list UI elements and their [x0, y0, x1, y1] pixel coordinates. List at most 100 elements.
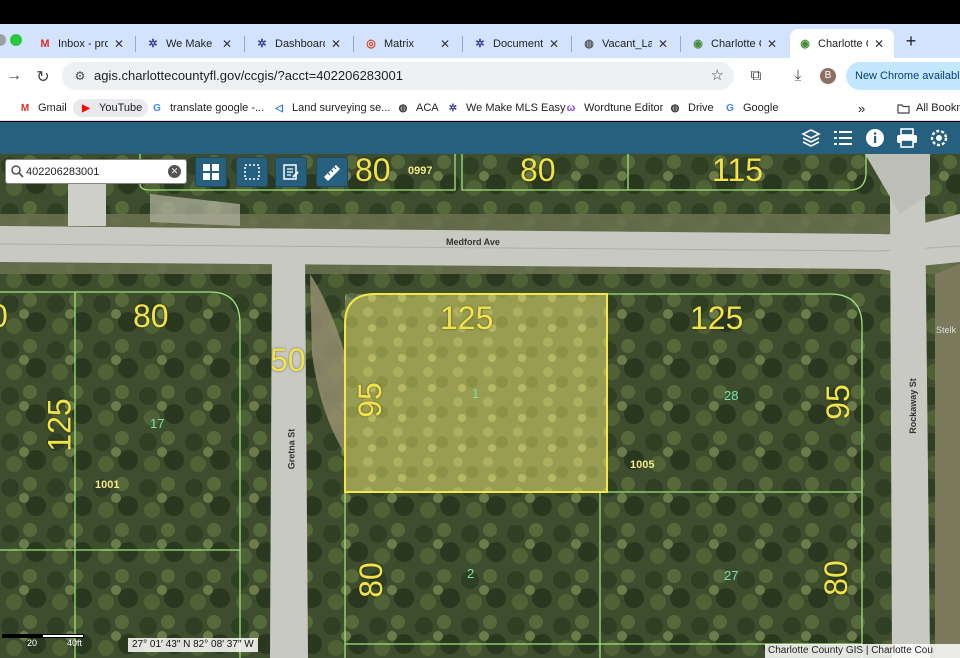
bookmarks-bar: M Gmail ▶ YouTube G translate google -..…: [0, 94, 960, 121]
top-bezel: [0, 0, 960, 24]
dimension-label: 125: [440, 300, 494, 336]
bookmark-aca[interactable]: ◍ ACA: [396, 99, 439, 117]
bookmark-youtube[interactable]: ▶ YouTube: [73, 99, 149, 117]
bookmark-we-make-mls[interactable]: ✲ We Make MLS Easy: [446, 99, 566, 117]
tab-inbox[interactable]: M Inbox - pro ✕: [30, 29, 134, 58]
map-view[interactable]: ✕ 80 80 115 0 80 50 125 125 95 95 125 80…: [0, 154, 960, 658]
grid-icon: [203, 164, 219, 180]
tools-gear-icon[interactable]: [926, 126, 952, 150]
close-icon[interactable]: ✕: [112, 37, 126, 51]
street-label: Stelk: [936, 325, 957, 335]
tab-matrix[interactable]: ◎ Matrix ✕: [356, 29, 460, 58]
new-tab-button[interactable]: +: [902, 31, 920, 52]
info-icon[interactable]: [862, 126, 888, 150]
close-icon[interactable]: ✕: [547, 37, 561, 51]
close-icon[interactable]: ✕: [438, 37, 452, 51]
download-icon[interactable]: ⤓: [788, 67, 808, 84]
tab-strip: M Inbox - pro ✕ ✲ We Make M ✕ ✲ Dashboar…: [0, 24, 960, 58]
map-attribution[interactable]: Charlotte County GIS | Charlotte Cou: [765, 644, 960, 658]
aerial-imagery: [0, 154, 960, 658]
tab-separator: [571, 36, 572, 52]
reload-icon[interactable]: ↻: [33, 67, 53, 87]
close-icon[interactable]: ✕: [872, 37, 886, 51]
extensions-icon[interactable]: ⧉: [746, 67, 766, 84]
basemap-grid-button[interactable]: [195, 157, 227, 187]
tab-charlotte-county-active[interactable]: ◉ Charlotte C ✕: [790, 29, 894, 58]
screen: M Inbox - pro ✕ ✲ We Make M ✕ ✲ Dashboar…: [0, 0, 960, 658]
gear-icon: ✲: [475, 38, 485, 50]
coordinate-readout: 27° 01′ 43″ N 82° 08′ 37″ W: [128, 638, 258, 652]
update-chrome-button[interactable]: New Chrome available: [846, 62, 960, 90]
gear-icon: ✲: [448, 102, 458, 114]
star-icon[interactable]: ☆: [711, 66, 724, 84]
dimension-label: 80: [355, 154, 391, 188]
layers-icon[interactable]: [798, 126, 824, 150]
forward-arrow-icon[interactable]: →: [4, 67, 24, 85]
search-icon: [10, 164, 24, 178]
street-label: Medford Ave: [446, 237, 500, 247]
tab-label: Matrix: [384, 37, 414, 50]
scale-bar: 20 40ft: [0, 632, 100, 652]
tab-we-make-mls[interactable]: ✲ We Make M ✕: [138, 29, 242, 58]
site-info-icon[interactable]: ⚙: [70, 66, 90, 86]
matrix-icon: ◎: [366, 38, 376, 50]
folder-icon: [896, 101, 910, 115]
wordtune-icon: ω: [566, 102, 576, 114]
print-icon[interactable]: [894, 126, 920, 150]
bookmark-wordtune[interactable]: ω Wordtune Editor: [564, 99, 664, 117]
all-bookmarks-folder[interactable]: All Bookm: [896, 99, 960, 117]
address-bar[interactable]: ⚙ agis.charlottecountyfl.gov/ccgis/?acct…: [62, 62, 734, 90]
bookmark-label: We Make MLS Easy: [466, 102, 566, 114]
street-label: Gretna St: [286, 428, 297, 470]
dimension-label: 50: [270, 342, 306, 378]
bookmark-drive[interactable]: ◍ Drive: [668, 99, 714, 117]
street-label: Rockaway St: [907, 378, 918, 434]
dimension-label: 0: [0, 300, 8, 332]
survey-icon: ◁: [275, 102, 283, 114]
tab-document[interactable]: ✲ Document ✕: [465, 29, 569, 58]
close-icon[interactable]: ✕: [220, 37, 234, 51]
bookmark-label: ACA: [416, 102, 439, 114]
lot-number: 1: [472, 386, 480, 401]
bookmark-label: Land surveying se...: [292, 102, 391, 114]
close-icon[interactable]: ✕: [329, 37, 343, 51]
gear-icon: ✲: [148, 38, 158, 50]
dimension-label: 80: [817, 560, 854, 596]
select-area-button[interactable]: [236, 157, 268, 187]
globe-icon: ◍: [398, 102, 408, 114]
bookmark-translate[interactable]: G translate google -...: [150, 99, 264, 117]
globe-icon: ◍: [670, 102, 680, 114]
scale-label: 40ft: [67, 638, 83, 648]
tab-dashboard[interactable]: ✲ Dashboard ✕: [247, 29, 351, 58]
close-icon[interactable]: ✕: [656, 37, 670, 51]
search-input[interactable]: [26, 163, 166, 180]
legend-list-icon[interactable]: [830, 126, 856, 150]
close-icon[interactable]: ✕: [765, 37, 779, 51]
block-number: 1001: [95, 479, 120, 491]
tab-label: Dashboard: [275, 37, 325, 50]
tab-vacant-land[interactable]: ◍ Vacant_Lan ✕: [574, 29, 678, 58]
gmail-icon: M: [20, 102, 30, 114]
window-control-maximize[interactable]: [10, 34, 22, 46]
block-number: 1005: [630, 459, 655, 471]
dimension-label: 80: [133, 298, 169, 334]
url-text[interactable]: agis.charlottecountyfl.gov/ccgis/?acct=4…: [94, 68, 403, 83]
measure-button[interactable]: [316, 157, 348, 187]
bookmark-google[interactable]: G Google: [723, 99, 778, 117]
tab-separator: [462, 36, 463, 52]
bookmark-land-surveying[interactable]: ◁ Land surveying se...: [272, 99, 390, 117]
edit-notes-button[interactable]: [275, 157, 307, 187]
more-bookmarks-button[interactable]: »: [858, 99, 865, 117]
tab-label: Charlotte C: [818, 37, 868, 50]
tab-charlotte-county[interactable]: ◉ Charlotte C ✕: [683, 29, 787, 58]
clear-search-icon[interactable]: ✕: [168, 165, 181, 178]
county-seal-icon: ◉: [800, 38, 810, 50]
dimension-label: 95: [351, 382, 388, 418]
tab-label: Charlotte C: [711, 37, 761, 50]
window-control-close[interactable]: [0, 34, 6, 46]
parcel-search-box[interactable]: ✕: [5, 159, 187, 184]
county-seal-icon: ◉: [693, 38, 703, 50]
bookmark-gmail[interactable]: M Gmail: [18, 99, 67, 117]
tab-separator: [353, 36, 354, 52]
avatar[interactable]: B: [820, 68, 836, 84]
